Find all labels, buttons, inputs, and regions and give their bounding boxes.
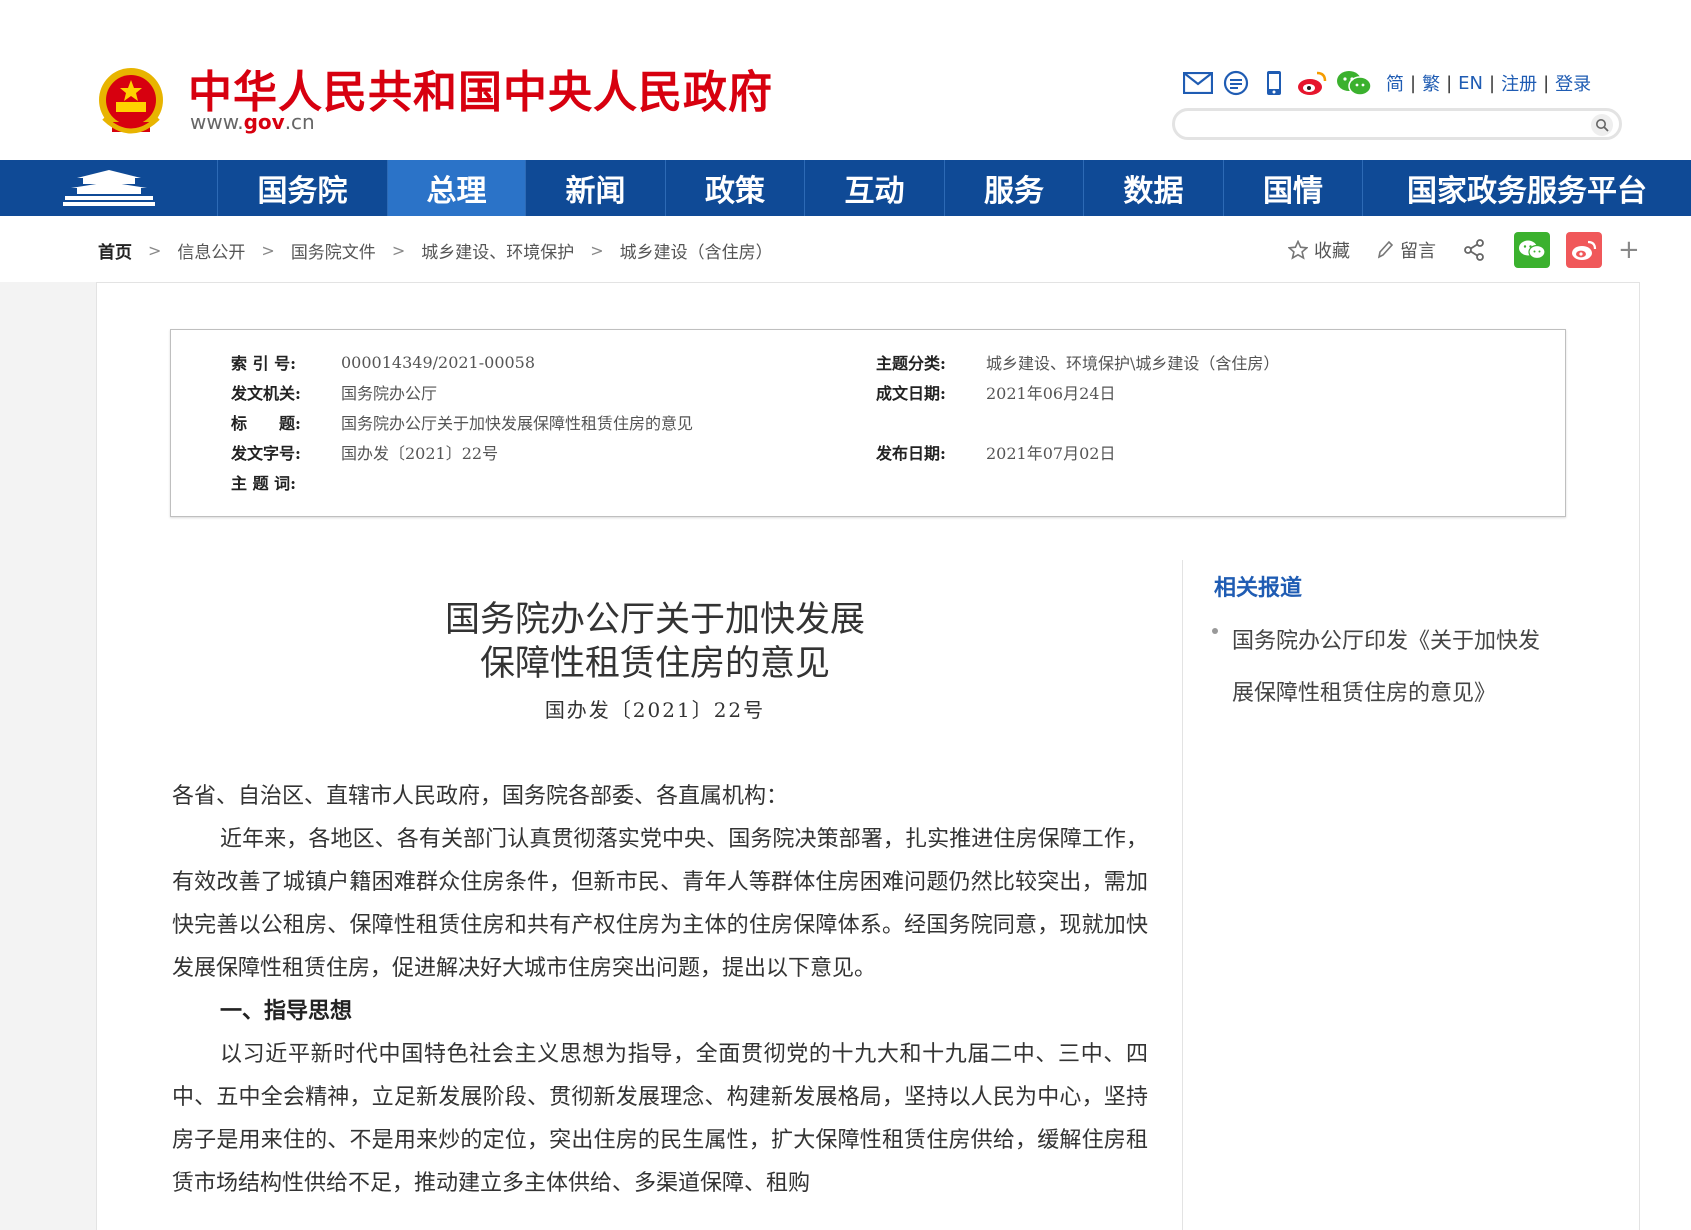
meta-value: 国务院办公厅关于加快发展保障性租赁住房的意见: [341, 414, 694, 433]
nav-item-state-council[interactable]: 国务院: [218, 160, 388, 216]
top-tools: 简 | 繁 | EN | 注册 | 登录: [1182, 68, 1597, 98]
breadcrumb-bar: 首页 > 信息公开 > 国务院文件 > 城乡建设、环境保护 > 城乡建设（含住房…: [0, 216, 1691, 282]
related-reports-title: 相关报道: [1214, 576, 1303, 601]
share-weibo-button[interactable]: [1566, 232, 1602, 268]
meta-title-row: 标 题: 国务院办公厅关于加快发展保障性租赁住房的意见: [231, 410, 693, 434]
article-title-line: 国务院办公厅关于加快发展: [444, 600, 865, 640]
favorite-button[interactable]: 收藏: [1288, 237, 1350, 263]
meta-value: 国办发〔2021〕22号: [341, 444, 499, 463]
nav-item-service[interactable]: 服务: [945, 160, 1084, 216]
favorite-label: 收藏: [1314, 241, 1350, 262]
register-link[interactable]: 注册: [1495, 70, 1543, 96]
meta-keywords-row: 主 题 词:: [231, 470, 341, 494]
article-title: 国务院办公厅关于加快发展 保障性租赁住房的意见: [330, 598, 980, 686]
nav-item-gov-service-platform[interactable]: 国家政务服务平台: [1363, 160, 1691, 216]
tiananmen-logo-icon[interactable]: [0, 160, 218, 216]
site-header: 中华人民共和国中央人民政府 www.gov.cn 简 | 繁 | EN | 注册…: [0, 0, 1691, 160]
share-icon[interactable]: [1462, 238, 1492, 262]
nav-item-news[interactable]: 新闻: [526, 160, 666, 216]
search-input[interactable]: [1172, 108, 1622, 140]
meta-created-row: 成文日期: 2021年06月24日: [876, 380, 1115, 404]
article-doc-number: 国办发〔2021〕22号: [544, 698, 766, 722]
nav-item-data[interactable]: 数据: [1084, 160, 1224, 216]
mobile-icon[interactable]: [1258, 68, 1290, 98]
sidebar-divider: [1182, 560, 1183, 1230]
chevron-right-icon: >: [590, 241, 604, 260]
search-icon[interactable]: [1591, 114, 1613, 136]
share-wechat-button[interactable]: [1514, 232, 1550, 268]
article-paragraph: 以习近平新时代中国特色社会主义思想为指导，全面贯彻党的十九大和十九届二中、三中、…: [172, 1042, 1148, 1196]
chevron-right-icon: >: [261, 241, 275, 260]
meta-label: 主题分类:: [876, 354, 946, 373]
meta-issuer-row: 发文机关: 国务院办公厅: [231, 380, 437, 404]
meta-published-row: 发布日期: 2021年07月02日: [876, 440, 1115, 464]
meta-docno-row: 发文字号: 国办发〔2021〕22号: [231, 440, 498, 464]
meta-value: 国务院办公厅: [341, 384, 438, 403]
meta-label: 发文字号:: [231, 444, 301, 463]
comment-button[interactable]: 留言: [1376, 237, 1436, 263]
bullet-dot-icon: [1212, 628, 1218, 634]
meta-label: 索 引 号:: [231, 354, 297, 373]
meta-index-row: 索 引 号: 000014349/2021-00058: [231, 350, 535, 374]
login-link[interactable]: 登录: [1549, 70, 1597, 96]
more-share-plus-icon[interactable]: +: [1618, 235, 1640, 265]
meta-value: 2021年06月24日: [986, 384, 1116, 403]
document-meta-table: 索 引 号: 000014349/2021-00058 主题分类: 城乡建设、环…: [170, 329, 1566, 517]
lang-simplified-link[interactable]: 简: [1380, 70, 1410, 96]
site-url: www.gov.cn: [190, 110, 315, 134]
related-report-link[interactable]: 国务院办公厅印发《关于加快发展保障性租赁住房的意见》: [1210, 616, 1550, 720]
meta-label: 发文机关:: [231, 384, 301, 403]
pencil-icon: [1377, 240, 1394, 259]
meta-label: 成文日期:: [876, 384, 946, 403]
national-emblem-icon[interactable]: [96, 66, 166, 140]
meta-label: 发布日期:: [876, 444, 946, 463]
wechat-icon: [1519, 240, 1546, 260]
nav-item-interaction[interactable]: 互动: [805, 160, 945, 216]
main-nav: 国务院 总理 新闻 政策 互动 服务 数据 国情 国家政务服务平台: [0, 160, 1691, 216]
breadcrumb-info-disclosure[interactable]: 信息公开: [177, 238, 245, 263]
lang-english-link[interactable]: EN: [1452, 73, 1489, 94]
meta-label: 标 题:: [231, 414, 301, 433]
article-salutation: 各省、自治区、直辖市人民政府，国务院各部委、各直属机构：: [172, 784, 789, 809]
breadcrumb-urban-rural-housing[interactable]: 城乡建设（含住房）: [620, 238, 773, 263]
weibo-icon: [1572, 240, 1597, 260]
meta-category-row: 主题分类: 城乡建设、环境保护\城乡建设（含住房）: [876, 350, 1279, 374]
lang-traditional-link[interactable]: 繁: [1416, 70, 1446, 96]
nav-item-policy[interactable]: 政策: [666, 160, 805, 216]
nav-item-premier[interactable]: 总理: [388, 160, 526, 216]
meta-value: 城乡建设、环境保护\城乡建设（含住房）: [986, 354, 1280, 373]
meta-value: 2021年07月02日: [986, 444, 1116, 463]
article-paragraph: 近年来，各地区、各有关部门认真贯彻落实党中央、国务院决策部署，扎实推进住房保障工…: [172, 827, 1148, 981]
meta-label: 主 题 词:: [231, 474, 297, 493]
article-title-line: 保障性租赁住房的意见: [479, 644, 830, 684]
breadcrumb-urban-rural-env[interactable]: 城乡建设、环境保护: [421, 238, 574, 263]
related-report-text: 国务院办公厅印发《关于加快发展保障性租赁住房的意见》: [1232, 629, 1541, 706]
meta-value: 000014349/2021-00058: [341, 352, 536, 372]
page-margin: [0, 216, 96, 1230]
mail-icon[interactable]: [1182, 68, 1214, 98]
chevron-right-icon: >: [391, 241, 406, 260]
breadcrumb: 首页 > 信息公开 > 国务院文件 > 城乡建设、环境保护 > 城乡建设（含住房…: [98, 238, 773, 263]
wechat-icon[interactable]: [1334, 68, 1374, 98]
article-body: 各省、自治区、直辖市人民政府，国务院各部委、各直属机构： 近年来，各地区、各有关…: [172, 775, 1148, 1205]
article-section-heading: 一、指导思想: [220, 998, 353, 1024]
nav-item-national-info[interactable]: 国情: [1224, 160, 1363, 216]
related-reports-list: 国务院办公厅印发《关于加快发展保障性租赁住房的意见》: [1210, 616, 1550, 720]
star-icon: [1288, 240, 1308, 260]
share-tools: 收藏 留言 +: [1288, 232, 1640, 268]
breadcrumb-home[interactable]: 首页: [98, 238, 132, 263]
weibo-icon[interactable]: [1296, 68, 1328, 98]
message-icon[interactable]: [1220, 68, 1252, 98]
breadcrumb-state-council-docs[interactable]: 国务院文件: [291, 238, 376, 263]
comment-label: 留言: [1400, 241, 1436, 262]
chevron-right-icon: >: [148, 241, 162, 260]
